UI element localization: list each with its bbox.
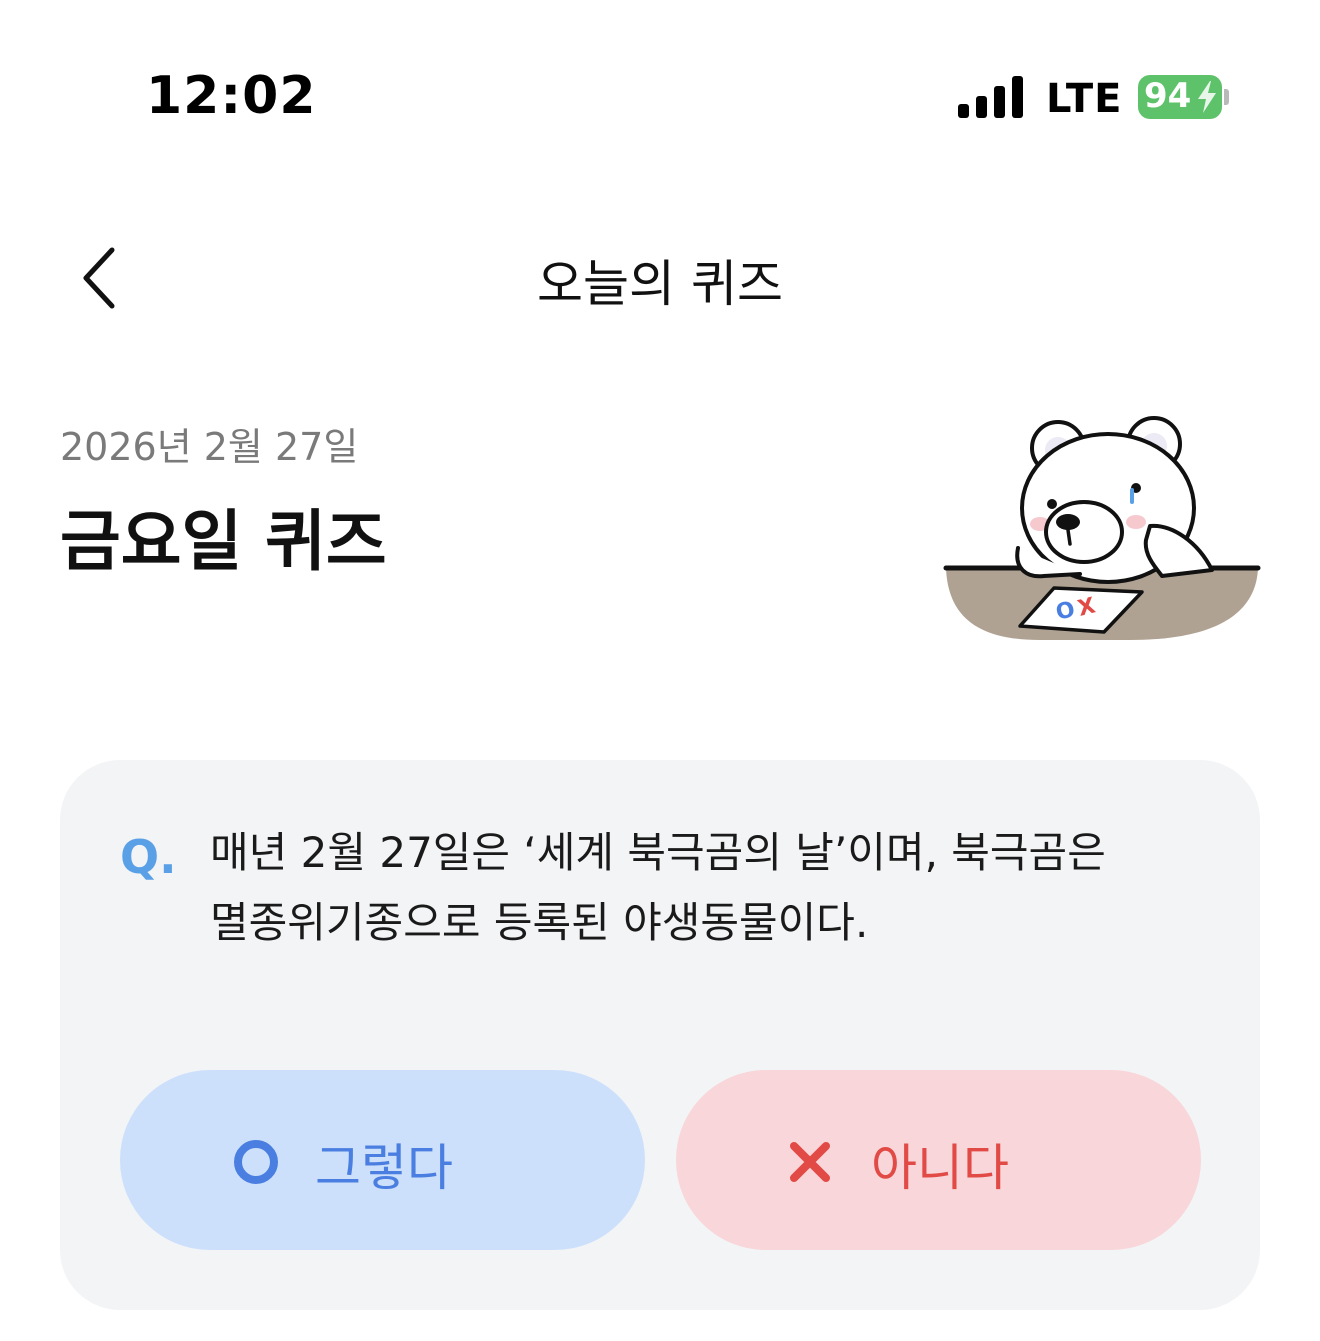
question-text: 매년 2월 27일은 ‘세계 북극곰의 날’이며, 북극곰은 멸종위기종으로 등… <box>210 818 1210 958</box>
question-marker: Q. <box>120 830 177 884</box>
answer-no-label: 아니다 <box>871 1139 1009 1197</box>
circle-o-icon <box>234 1140 278 1184</box>
battery-icon: 94 <box>1138 75 1222 119</box>
back-button[interactable] <box>70 238 140 318</box>
charging-bolt-icon <box>1198 81 1216 113</box>
answer-no-button[interactable]: 아니다 <box>676 1070 1201 1250</box>
question-line-1: 매년 2월 27일은 ‘세계 북극곰의 날’이며, 북극곰은 <box>210 828 1106 877</box>
page-title: 오늘의 퀴즈 <box>537 255 783 313</box>
status-bar: 12:02 LTE 94 <box>0 0 1320 190</box>
polar-bear-illustration: O X <box>943 416 1261 640</box>
question-line-2: 멸종위기종으로 등록된 야생동물이다. <box>210 898 869 947</box>
x-icon <box>790 1142 830 1182</box>
battery-tip <box>1224 89 1229 105</box>
signal-strength-icon <box>958 76 1024 118</box>
answer-yes-label: 그렇다 <box>315 1139 453 1197</box>
quiz-heading: 금요일 퀴즈 <box>60 503 387 580</box>
chevron-left-icon <box>83 247 115 309</box>
network-type: LTE <box>1046 76 1123 122</box>
battery-level: 94 <box>1144 76 1192 116</box>
quiz-date: 2026년 2월 27일 <box>60 425 359 469</box>
status-time: 12:02 <box>146 66 317 126</box>
answer-yes-button[interactable]: 그렇다 <box>120 1070 645 1250</box>
